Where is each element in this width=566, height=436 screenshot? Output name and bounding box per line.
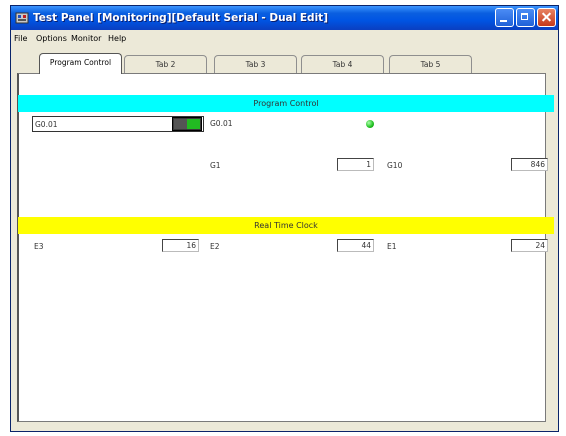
toggle-off-segment <box>174 119 187 129</box>
program-control-header: Program Control <box>18 95 554 112</box>
g10-label: G10 <box>387 161 403 170</box>
g0-01-toggle-switch[interactable] <box>172 117 202 131</box>
tab-2[interactable]: Tab 2 <box>124 55 207 73</box>
e2-value-field[interactable]: 44 <box>337 239 374 252</box>
e2-label: E2 <box>210 242 220 251</box>
window-title: Test Panel [Monitoring][Default Serial -… <box>33 12 328 24</box>
tab-5[interactable]: Tab 5 <box>389 55 472 73</box>
g0-01-led-label: G0.01 <box>210 119 233 128</box>
e1-label: E1 <box>387 242 397 251</box>
e3-value-field[interactable]: 16 <box>162 239 199 252</box>
e3-label: E3 <box>34 242 44 251</box>
menu-help[interactable]: Help <box>108 31 126 47</box>
maximize-button[interactable] <box>516 8 535 27</box>
close-button[interactable] <box>537 8 556 27</box>
app-icon <box>15 12 29 24</box>
minimize-button[interactable] <box>495 8 514 27</box>
menu-options[interactable]: Options <box>36 31 67 47</box>
status-led-icon <box>366 120 374 128</box>
tab-3[interactable]: Tab 3 <box>214 55 297 73</box>
e1-value-field[interactable]: 24 <box>511 239 548 252</box>
menu-file[interactable]: File <box>14 31 27 47</box>
g1-label: G1 <box>210 161 221 170</box>
g1-value-field[interactable]: 1 <box>337 158 374 171</box>
g10-value-field[interactable]: 846 <box>511 158 548 171</box>
real-time-clock-header: Real Time Clock <box>18 217 554 234</box>
menu-bar: File Options Monitor Help <box>11 31 558 47</box>
toggle-on-segment <box>187 119 200 129</box>
menu-monitor[interactable]: Monitor <box>71 31 101 47</box>
tab-program-control[interactable]: Program Control <box>39 53 122 74</box>
tab-4[interactable]: Tab 4 <box>301 55 384 73</box>
title-bar[interactable]: Test Panel [Monitoring][Default Serial -… <box>11 6 558 30</box>
g0-01-toggle-label: G0.01 <box>35 120 58 129</box>
